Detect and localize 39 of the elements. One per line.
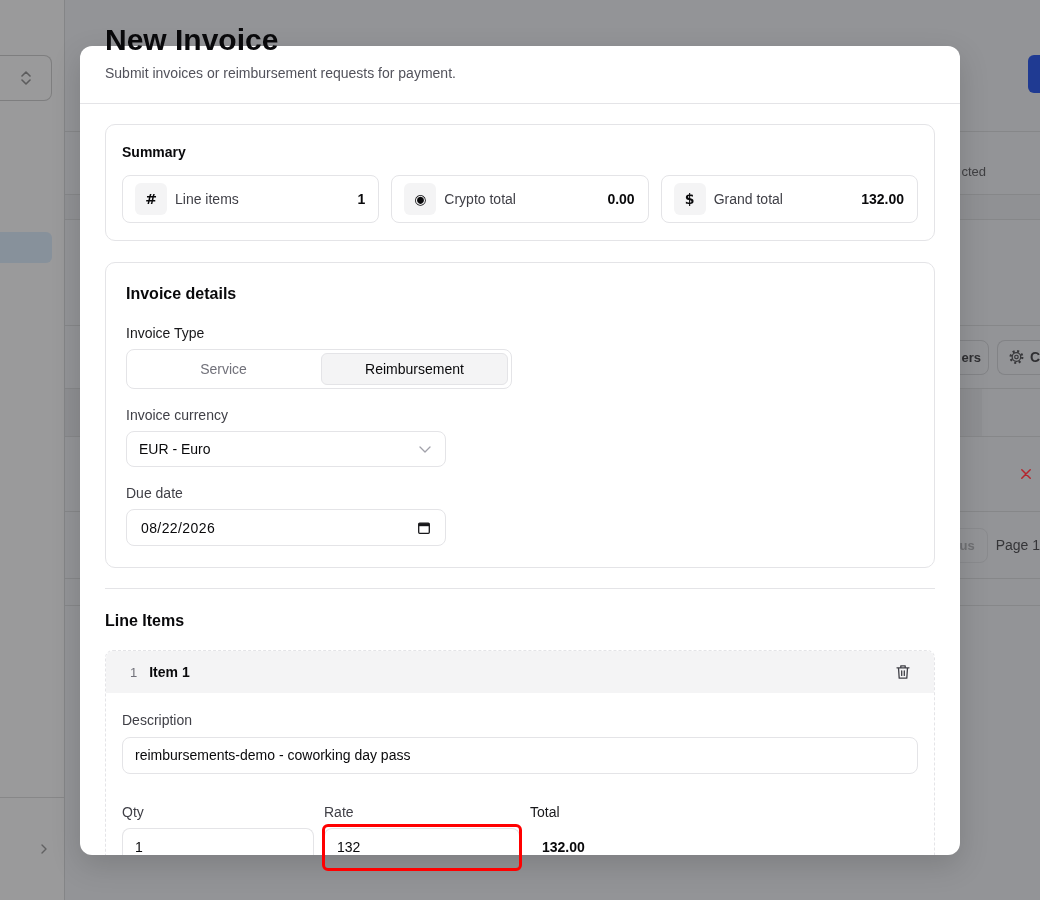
dialog-subtitle: Submit invoices or reimbursement requests for payment.	[105, 64, 457, 83]
stat-value: 132.00	[861, 191, 904, 207]
field-label: Invoice currency	[126, 406, 229, 425]
stat-label: Line items	[175, 191, 239, 207]
chevron-up-down-icon	[20, 71, 31, 85]
field-label: Invoice Type	[126, 324, 206, 343]
stat-label: Crypto total	[444, 191, 516, 207]
field-label: Description	[122, 711, 194, 730]
section-title: Invoice details	[126, 284, 238, 304]
currency-select[interactable]: EUR - Euro	[126, 431, 446, 467]
item-number: 1	[130, 664, 138, 680]
item-name: Item 1	[149, 664, 190, 680]
stat-value: 0.00	[607, 191, 635, 207]
page-label: Page 1	[995, 537, 1040, 553]
chevron-down-icon	[419, 445, 431, 453]
date-input[interactable]: 08/22/2026	[126, 509, 446, 546]
total-value: 132.00	[541, 838, 586, 855]
section-title: Line Items	[105, 611, 186, 631]
radio-icon: ◉	[404, 183, 437, 215]
field-label: Total	[530, 803, 561, 822]
primary-button[interactable]	[1028, 55, 1040, 93]
field-label: Due date	[126, 484, 184, 503]
calendar-icon[interactable]	[418, 521, 430, 534]
stat-value: 1	[357, 191, 366, 207]
field-label: Rate	[324, 803, 355, 822]
settings-icon	[1009, 349, 1024, 365]
trash-icon[interactable]	[896, 664, 910, 680]
qty-input[interactable]: 1	[122, 828, 314, 855]
segment-tab[interactable]: Reimbursement	[321, 353, 508, 385]
chevron-right-icon[interactable]	[41, 844, 47, 854]
dollar-icon: $	[673, 183, 706, 215]
summary-title: Summary	[122, 143, 187, 162]
field-label: Qty	[122, 803, 145, 822]
settings-button[interactable]: C	[997, 339, 1040, 375]
stat-label: Grand total	[713, 191, 783, 207]
selection-text: cted	[961, 163, 986, 179]
segment-tab[interactable]: Service	[130, 353, 317, 385]
hash-icon: #	[135, 183, 167, 215]
description-input[interactable]: reimbursements-demo - coworking day pass	[122, 737, 918, 774]
